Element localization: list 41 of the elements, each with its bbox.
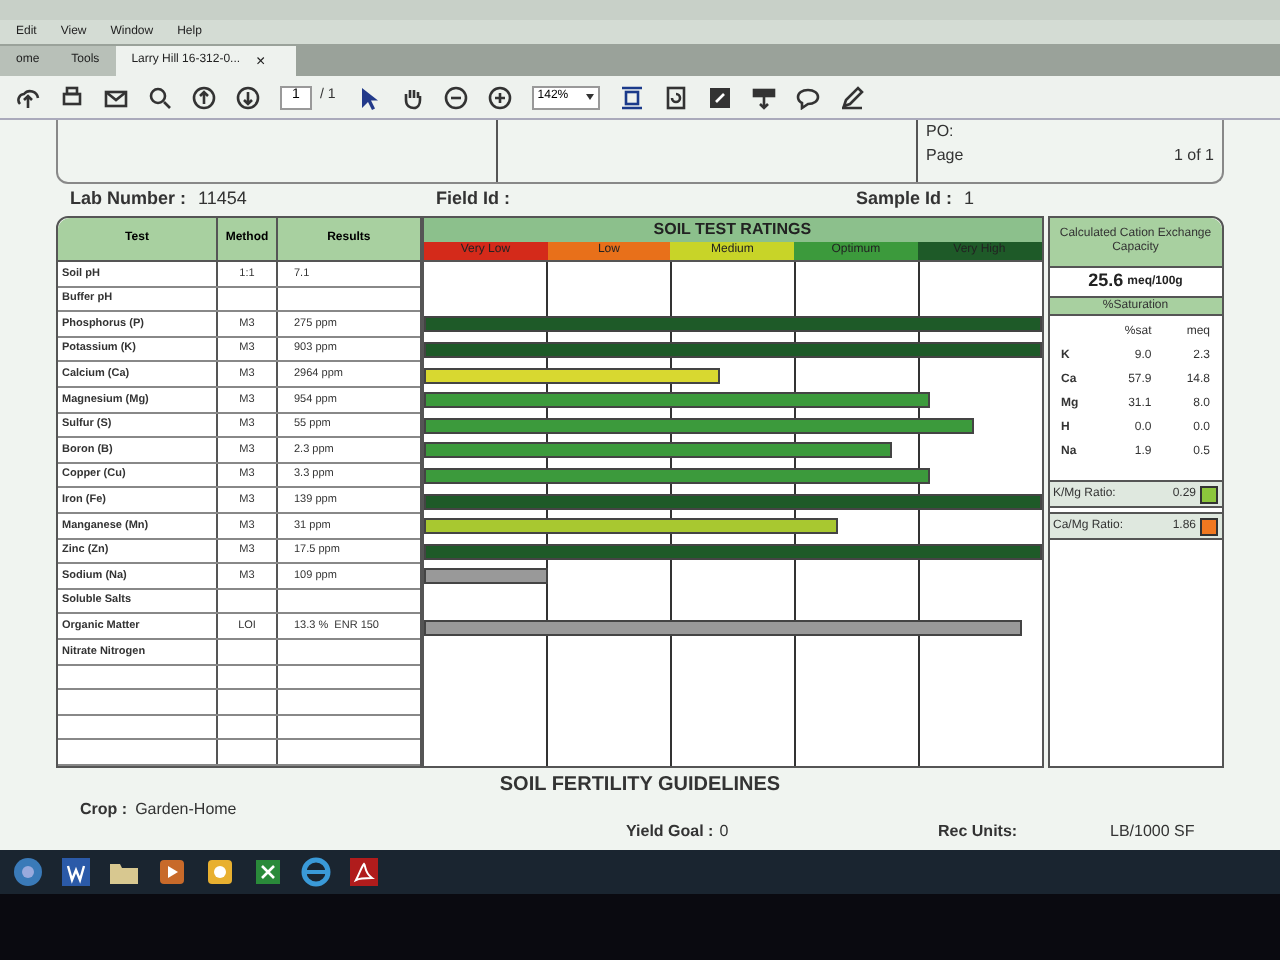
upload-icon[interactable] (16, 85, 40, 109)
yield-value: 0 (719, 819, 729, 843)
units-label: Rec Units: (938, 819, 1020, 843)
start-icon[interactable] (12, 856, 44, 888)
caret-icon (585, 94, 594, 100)
media-player-icon[interactable] (156, 856, 188, 888)
app-icon[interactable] (204, 856, 236, 888)
page-label: Page (926, 144, 964, 168)
close-icon[interactable]: × (256, 49, 266, 73)
po-label: PO: (926, 120, 956, 144)
up-arrow-icon[interactable] (192, 85, 216, 109)
browser-icon[interactable] (300, 856, 332, 888)
pdf-reader-icon[interactable] (348, 856, 380, 888)
page-value: 1 of 1 (1173, 144, 1214, 168)
document-app-icon[interactable] (60, 856, 92, 888)
zoom-out-icon[interactable] (443, 85, 468, 109)
spreadsheet-icon[interactable] (252, 856, 284, 888)
ratings-title: SOIL TEST RATINGS (653, 218, 812, 242)
field-value: 11454 (198, 186, 247, 213)
field-value: 1 (964, 186, 975, 213)
zoom-in-icon[interactable] (487, 85, 512, 109)
field-label: Field Id : (436, 186, 510, 213)
field-label: Sample Id : (856, 186, 953, 213)
down-arrow-icon[interactable] (236, 85, 260, 109)
full-screen-icon[interactable] (707, 85, 732, 109)
rotate-page-icon[interactable] (663, 85, 688, 109)
crop-label: Crop : (80, 798, 128, 822)
guidelines-title: SOIL FERTILITY GUIDELINES (499, 771, 781, 799)
field-label: Lab Number : (70, 186, 187, 213)
pen-icon[interactable] (839, 85, 864, 109)
units-value: LB/1000 SF (1110, 819, 1195, 843)
hand-icon[interactable] (399, 85, 424, 109)
mail-icon[interactable] (104, 85, 128, 109)
scroll-mode-icon[interactable] (751, 85, 776, 109)
yield-label: Yield Goal : (626, 819, 714, 843)
comment-icon[interactable] (795, 85, 820, 109)
print-icon[interactable] (60, 85, 84, 109)
search-icon[interactable] (148, 85, 172, 109)
cec-value: 25.6 (1088, 268, 1124, 295)
fit-page-icon[interactable] (619, 85, 644, 109)
crop-value: Garden-Home (135, 798, 237, 822)
